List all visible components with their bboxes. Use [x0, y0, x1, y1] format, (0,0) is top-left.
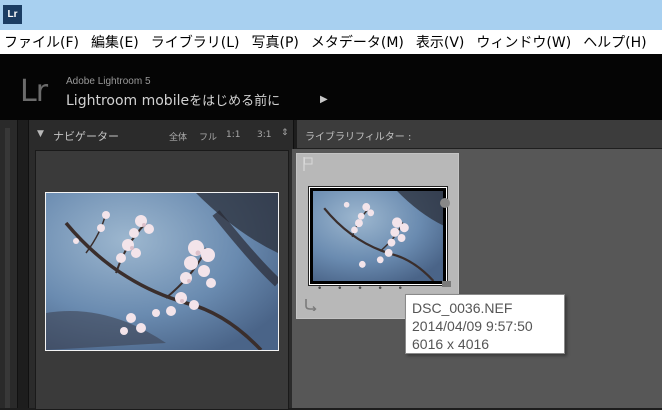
star-rating[interactable]: • • • • •	[317, 284, 409, 294]
identity-plate: Lr Adobe Lightroom 5 Lightroom mobileをはじ…	[0, 54, 662, 120]
navigator-title: ナビゲーター	[53, 130, 119, 143]
menu-file[interactable]: ファイル(F)	[0, 32, 85, 52]
tooltip-dimensions: 6016 x 4016	[412, 336, 490, 352]
menu-bar: ファイル(F) 編集(E) ライブラリ(L) 写真(P) メタデータ(M) 表示…	[0, 30, 662, 54]
left-panel-edge[interactable]	[0, 120, 18, 408]
mobile-text: Lightroom mobile	[66, 93, 190, 109]
navigator-preview-area[interactable]	[35, 150, 289, 410]
flag-icon[interactable]	[303, 157, 313, 171]
title-bar: Lr	[0, 0, 662, 30]
metadata-badge-icon[interactable]	[440, 198, 450, 208]
zoom-fit[interactable]: 全体	[169, 130, 187, 143]
zoom-3-1[interactable]: 3:1	[257, 130, 271, 140]
menu-view[interactable]: 表示(V)	[410, 32, 471, 52]
mobile-suffix: をはじめる前に	[189, 94, 281, 109]
grid-thumbnail[interactable]	[308, 186, 448, 286]
edit-badge-icon[interactable]	[442, 281, 451, 287]
zoom-1-1[interactable]: 1:1	[226, 130, 240, 140]
menu-help[interactable]: ヘルプ(H)	[577, 32, 652, 52]
lightroom-logo: Lr	[20, 74, 48, 109]
library-filter-bar[interactable]: ライブラリフィルター :	[297, 120, 662, 149]
mobile-getting-started-link[interactable]: Lightroom mobileをはじめる前に	[66, 90, 280, 109]
menu-library[interactable]: ライブラリ(L)	[145, 32, 246, 52]
navigator-panel: ▼ ナビゲーター 全体 フル 1:1 3:1 ⇕	[28, 120, 294, 410]
collapse-triangle-icon[interactable]: ▼	[37, 129, 44, 139]
lightroom-app-icon[interactable]: Lr	[3, 5, 22, 24]
navigator-preview-image[interactable]	[45, 192, 279, 351]
menu-metadata[interactable]: メタデータ(M)	[305, 32, 410, 52]
play-arrow-icon[interactable]: ▶	[320, 94, 328, 105]
menu-edit[interactable]: 編集(E)	[85, 32, 145, 52]
rotate-left-icon[interactable]	[303, 297, 317, 311]
library-grid[interactable]: • • • • •	[292, 149, 662, 408]
product-name: Adobe Lightroom 5	[66, 76, 151, 87]
menu-window[interactable]: ウィンドウ(W)	[470, 32, 577, 52]
navigator-header[interactable]: ▼ ナビゲーター 全体 フル 1:1 3:1 ⇕	[29, 126, 293, 144]
menu-photo[interactable]: 写真(P)	[246, 32, 305, 52]
thumbnail-tooltip: DSC_0036.NEF 2014/04/09 9:57:50 6016 x 4…	[405, 294, 565, 354]
zoom-menu-arrow-icon[interactable]: ⇕	[281, 128, 289, 138]
library-filter-label: ライブラリフィルター :	[305, 132, 412, 143]
tooltip-datetime: 2014/04/09 9:57:50	[412, 318, 533, 334]
tooltip-filename: DSC_0036.NEF	[412, 300, 513, 316]
zoom-fill[interactable]: フル	[199, 130, 217, 143]
